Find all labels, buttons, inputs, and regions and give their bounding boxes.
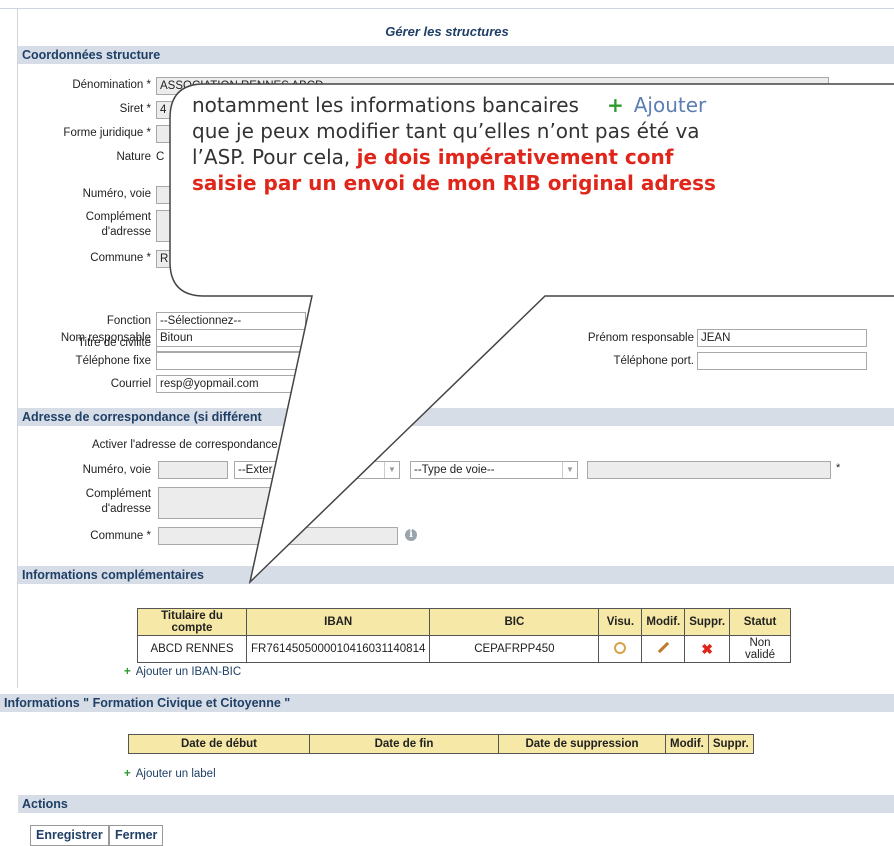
telephone-fixe-label: Téléphone fixe (75, 355, 151, 367)
add-iban-label: Ajouter un IBAN-BIC (135, 666, 242, 678)
complement-label-2: d'adresse (101, 226, 151, 238)
telephone-port-label: Téléphone port. (613, 355, 694, 367)
page-title: Gérer les structures (385, 24, 509, 39)
nature-label: Nature (116, 151, 151, 163)
activer-correspondance-label: Activer l'adresse de correspondance (92, 439, 278, 451)
corr-libelle-voie-field[interactable] (587, 461, 831, 479)
prenom-responsable-field[interactable]: JEAN (697, 329, 867, 347)
nom-responsable-field[interactable]: Bitoun (156, 329, 306, 347)
corr-complement-field[interactable] (158, 487, 308, 519)
iban-header-modif: Modif. (641, 608, 686, 636)
corr-extension-select[interactable]: --Exter ▼ (234, 461, 400, 479)
telephone-fixe-field[interactable] (156, 352, 306, 370)
add-label-label: Ajouter un label (135, 768, 216, 780)
numero-voie-label: Numéro, voie (82, 188, 151, 200)
iban-header-titulaire: Titulaire du compte (137, 608, 247, 636)
callout-line-3: l’ASP. Pour cela, je dois impérativement… (192, 144, 894, 170)
corr-commune-label: Commune * (90, 530, 151, 542)
callout-line-1: notamment les informations bancaires + Ajo… (192, 92, 894, 118)
close-button[interactable]: Fermer (109, 825, 164, 846)
fonction-select-value: --Sélectionnez-- (160, 315, 242, 327)
nature-value: C (156, 151, 165, 163)
iban-cell-iban: FR7614505000010416031140814 (245, 635, 431, 663)
section-actions: Actions (18, 795, 894, 813)
commune-label: Commune * (90, 252, 151, 264)
label-header-debut: Date de début (128, 734, 310, 754)
callout-add-label: Ajouter (633, 93, 707, 117)
pencil-icon[interactable] (657, 641, 669, 654)
iban-cell-titulaire: ABCD RENNES (137, 635, 247, 663)
corr-complement-label-1: Complément (85, 488, 151, 500)
numero-voie-field[interactable] (156, 186, 176, 204)
courriel-label: Courriel (110, 378, 151, 390)
fonction-label: Fonction (106, 315, 151, 327)
top-border (0, 8, 894, 9)
required-star: * (836, 462, 841, 474)
label-header-fin: Date de fin (309, 734, 499, 754)
chevron-down-icon: ▼ (384, 462, 399, 478)
section-correspondance-end: structure) (356, 410, 415, 424)
label-header-suppr: Suppr. (707, 734, 754, 754)
iban-header-iban: IBAN (245, 608, 431, 636)
suppr-cell: ✖ (684, 635, 731, 663)
magnifier-icon[interactable] (614, 641, 627, 654)
complement-field[interactable] (156, 210, 176, 242)
label-header-modif: Modif. (665, 734, 709, 754)
siret-label: Siret * (119, 103, 151, 115)
callout-line-1-text: notamment les informations bancaires (192, 93, 579, 117)
forme-juridique-field[interactable] (156, 125, 176, 143)
section-correspondance-start: Adresse de correspondance (si différent (22, 410, 262, 424)
callout-line-3-text: l’ASP. Pour cela, (192, 145, 357, 169)
add-iban-link[interactable]: + Ajouter un IBAN-BIC (124, 666, 241, 678)
iban-cell-statut: Non validé (729, 635, 792, 663)
modif-cell (641, 635, 686, 663)
iban-header-suppr: Suppr. (684, 608, 731, 636)
corr-type-voie-select[interactable]: --Type de voie-- ▼ (410, 461, 578, 479)
save-button[interactable]: Enregistrer (30, 825, 109, 846)
delete-x-icon[interactable]: ✖ (701, 641, 713, 657)
nom-responsable-label: Nom responsable (60, 332, 151, 344)
forme-juridique-label: Forme juridique * (63, 127, 151, 139)
callout-line-2: que je peux modifier tant qu’elles n’ont… (192, 119, 700, 143)
section-formation-civique: Informations " Formation Civique et Cito… (0, 694, 894, 712)
commune-field[interactable]: R (156, 250, 176, 268)
visu-cell (598, 635, 643, 663)
iban-table: Titulaire du compte IBAN BIC Visu. Modif… (137, 608, 792, 663)
add-label-link[interactable]: + Ajouter un label (124, 768, 216, 780)
corr-complement-label-2: d'adresse (101, 503, 151, 515)
chevron-down-icon: ▼ (562, 462, 577, 478)
iban-cell-bic: CEPAFRPP450 (429, 635, 600, 663)
callout-line-4: saisie par un envoi de mon RIB original … (192, 171, 716, 195)
info-icon[interactable]: i (405, 529, 417, 541)
table-row: ABCD RENNES FR7614505000010416031140814 … (137, 635, 792, 663)
complement-label-1: Complément (85, 211, 151, 223)
corr-type-voie-value: --Type de voie-- (414, 464, 495, 476)
siret-field[interactable]: 4 (156, 101, 176, 119)
telephone-port-field[interactable] (697, 352, 867, 370)
label-header-suppression: Date de suppression (498, 734, 666, 754)
courriel-field[interactable]: resp@yopmail.com (156, 375, 306, 393)
iban-header-statut: Statut (729, 608, 792, 636)
section-coordonnees: Coordonnées structure (18, 46, 894, 64)
corr-numero-field[interactable] (158, 461, 228, 479)
corr-extension-value: --Exter (238, 464, 273, 476)
section-correspondance: Adresse de correspondance (si différent … (18, 408, 894, 426)
callout-text: notamment les informations bancaires + Ajo… (192, 92, 894, 232)
prenom-responsable-label: Prénom responsable (587, 332, 694, 344)
label-table: Date de début Date de fin Date de suppre… (128, 734, 754, 754)
denomination-label: Dénomination * (72, 79, 151, 91)
section-infos-complementaires: Informations complémentaires (18, 566, 894, 584)
fonction-select[interactable]: --Sélectionnez-- (156, 312, 306, 330)
plus-icon: + (124, 666, 131, 678)
plus-icon: + (606, 93, 624, 117)
iban-header-bic: BIC (429, 608, 600, 636)
plus-icon: + (124, 768, 131, 780)
iban-header-visu: Visu. (598, 608, 643, 636)
corr-commune-field[interactable] (158, 527, 398, 545)
complement-label: Complément d'adresse (86, 210, 151, 240)
corr-complement-label: Complément d'adresse (86, 487, 151, 517)
callout-line-3-red: je dois impérativement conf (356, 145, 674, 169)
corr-numero-voie-label: Numéro, voie (82, 464, 151, 476)
left-border (17, 8, 18, 688)
